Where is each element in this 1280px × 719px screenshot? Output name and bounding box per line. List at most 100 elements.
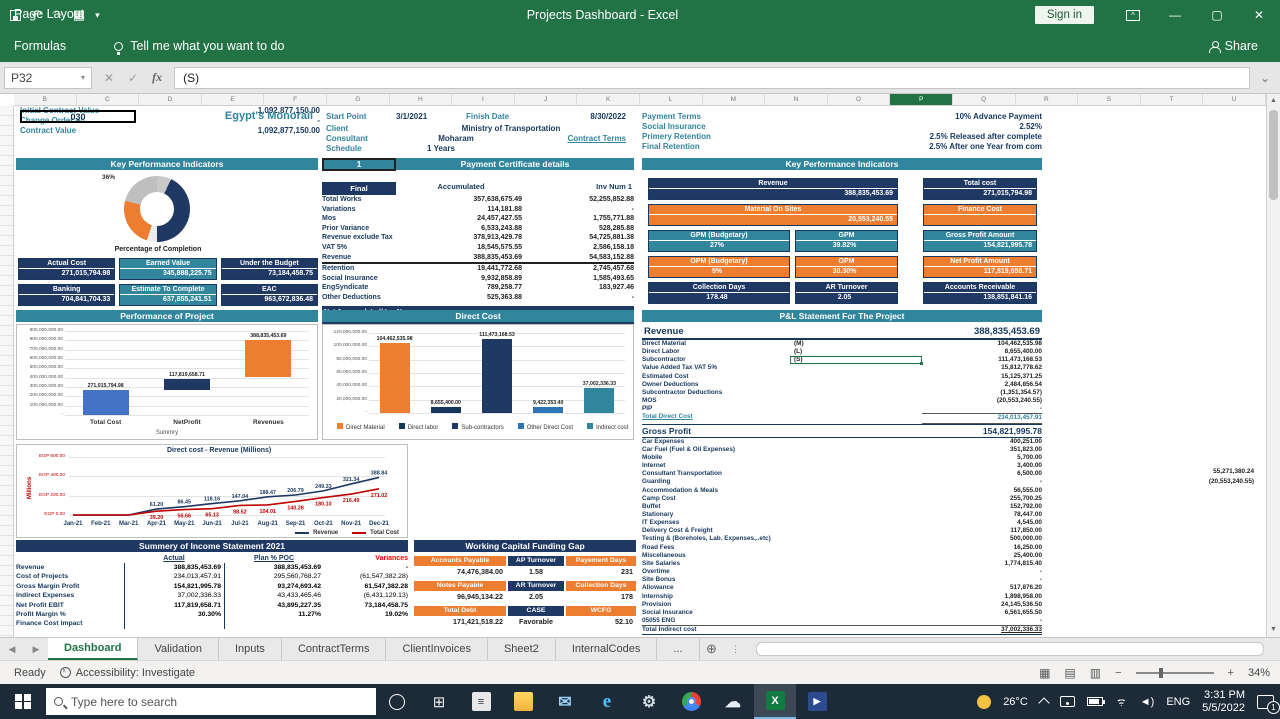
selected-cell[interactable] xyxy=(790,356,922,364)
tray-expand-icon[interactable] xyxy=(1038,697,1049,708)
sign-in-button[interactable]: Sign in xyxy=(1035,6,1094,24)
sheet-next-icon[interactable]: ▶ xyxy=(24,638,48,660)
column-header[interactable]: I xyxy=(452,94,515,105)
notification-icon[interactable]: 1 xyxy=(1257,695,1274,709)
volume-icon[interactable]: ◄) xyxy=(1140,696,1155,708)
weather-icon[interactable] xyxy=(977,695,991,709)
clock[interactable]: 3:31 PM5/5/2022 xyxy=(1202,689,1245,715)
tell-me-box[interactable]: Tell me what you want to do xyxy=(98,39,284,53)
normal-view-icon[interactable]: ▦ xyxy=(1039,666,1050,680)
page-layout-icon[interactable]: ▤ xyxy=(1064,666,1075,680)
column-header[interactable]: B xyxy=(14,94,77,105)
sheet-tab[interactable]: ClientInvoices xyxy=(386,638,487,660)
wifi-icon[interactable] xyxy=(1115,697,1128,707)
column-header[interactable]: H xyxy=(390,94,453,105)
sheet-tab[interactable]: ... xyxy=(657,638,699,660)
taskbar-app-icon[interactable]: ✉ xyxy=(544,684,586,719)
sheet-tab[interactable]: Inputs xyxy=(219,638,282,660)
horizontal-scrollbar[interactable] xyxy=(756,642,1265,656)
column-header[interactable]: L xyxy=(640,94,703,105)
formula-input[interactable]: (S) xyxy=(174,67,1250,89)
sheet-tab[interactable]: Dashboard xyxy=(48,638,138,660)
column-header[interactable]: P xyxy=(890,94,953,105)
column-header[interactable]: S xyxy=(1078,94,1141,105)
taskbar-app-icon[interactable]: e xyxy=(586,684,628,719)
scrollbar-thumb[interactable] xyxy=(1269,110,1278,200)
column-header[interactable]: T xyxy=(1141,94,1204,105)
sheet-tab[interactable]: InternalCodes xyxy=(556,638,658,660)
expand-formula-bar-icon[interactable]: ⌄ xyxy=(1250,71,1280,85)
legend-item: Direct Material xyxy=(337,423,385,431)
scroll-up-icon[interactable]: ▲ xyxy=(1267,94,1280,108)
contract-terms-link[interactable]: Contract Terms xyxy=(516,134,626,144)
payment-terms-row: Social Insurance2.52% xyxy=(642,122,1042,132)
taskbar-app-icon[interactable]: ≡ xyxy=(460,684,502,719)
column-header[interactable]: N xyxy=(765,94,828,105)
sheet-tab[interactable]: ContractTerms xyxy=(282,638,387,660)
column-header[interactable]: G xyxy=(327,94,390,105)
taskbar-search-input[interactable]: Type here to search xyxy=(46,688,376,715)
month-label: Jul-21 xyxy=(231,521,248,527)
column-header[interactable]: E xyxy=(202,94,265,105)
maximize-button[interactable]: ▢ xyxy=(1196,0,1238,30)
taskbar-app-icon[interactable]: ☁ xyxy=(712,684,754,719)
month-label: Feb-21 xyxy=(91,521,110,527)
temperature[interactable]: 26°C xyxy=(1003,696,1028,708)
project-code-cell[interactable]: 030 xyxy=(20,110,136,123)
tab-options-icon[interactable]: ⋮ xyxy=(724,638,748,660)
column-header[interactable]: O xyxy=(828,94,891,105)
pnl-row: Gross Profit 154,821,995.78 xyxy=(642,424,1042,438)
row-headers[interactable] xyxy=(0,106,14,637)
name-box[interactable]: P32▾ xyxy=(4,67,92,89)
sheet-tab[interactable]: Validation xyxy=(138,638,219,660)
zoom-in-icon[interactable]: + xyxy=(1228,667,1234,679)
performance-chart-header: Performance of Project xyxy=(16,310,318,322)
person-icon xyxy=(1209,41,1219,51)
enter-icon[interactable]: ✓ xyxy=(128,71,138,85)
column-header[interactable]: K xyxy=(577,94,640,105)
new-sheet-icon[interactable]: ⊕ xyxy=(700,638,724,660)
taskbar-app-icon[interactable] xyxy=(502,684,544,719)
vertical-scrollbar[interactable]: ▲ ▼ xyxy=(1266,94,1280,637)
zoom-slider[interactable] xyxy=(1136,672,1214,674)
scroll-down-icon[interactable]: ▼ xyxy=(1267,623,1280,637)
sheet-prev-icon[interactable]: ◀ xyxy=(0,638,24,660)
zoom-level[interactable]: 34% xyxy=(1248,667,1270,679)
cancel-icon[interactable]: ✕ xyxy=(104,71,114,85)
column-header[interactable]: F xyxy=(264,94,327,105)
column-header[interactable]: C xyxy=(77,94,140,105)
cast-icon[interactable] xyxy=(1060,696,1075,707)
insert-function-icon[interactable]: fx xyxy=(152,70,162,85)
column-header[interactable]: M xyxy=(703,94,766,105)
share-button[interactable]: Share xyxy=(1209,39,1280,53)
svg-text:271.02: 271.02 xyxy=(371,493,388,499)
zoom-out-icon[interactable]: − xyxy=(1115,667,1121,679)
consultant-row: Consultant Moharam Contract Terms xyxy=(326,134,626,144)
task-view-icon[interactable]: ⊞ xyxy=(418,684,460,719)
battery-icon[interactable] xyxy=(1087,697,1103,706)
column-headers[interactable]: BCDEFGHIJKLMNOPQRSTU xyxy=(14,94,1266,106)
column-header[interactable]: J xyxy=(515,94,578,105)
completion-gauge xyxy=(124,176,190,242)
column-header[interactable]: U xyxy=(1203,94,1266,105)
taskbar-app-icon[interactable]: ▶ xyxy=(796,684,838,719)
start-button[interactable] xyxy=(0,684,46,719)
sheet-tab[interactable]: Sheet2 xyxy=(488,638,556,660)
taskbar-app-icon[interactable]: ⚙ xyxy=(628,684,670,719)
payment-terms-row: Primery Retention2.5% Released after com… xyxy=(642,132,1042,142)
ribbon-tab[interactable]: Page Layout xyxy=(0,0,98,30)
page-break-icon[interactable]: ▥ xyxy=(1090,666,1101,680)
accessibility-status[interactable]: Accessibility: Investigate xyxy=(60,667,195,679)
minimize-button[interactable]: — xyxy=(1154,0,1196,30)
column-header[interactable]: R xyxy=(1016,94,1079,105)
close-button[interactable]: ✕ xyxy=(1238,0,1280,30)
column-header[interactable]: D xyxy=(139,94,202,105)
taskbar-app-icon[interactable] xyxy=(670,684,712,719)
ribbon-display-options-icon[interactable]: ^ xyxy=(1112,0,1154,30)
worksheet-area[interactable]: 030 Egypt's Monorail Initial Contract Va… xyxy=(14,106,1266,637)
cortana-icon[interactable] xyxy=(376,684,418,719)
taskbar-app-icon[interactable]: X xyxy=(754,684,796,719)
ribbon-tab[interactable]: Formulas xyxy=(0,30,98,62)
column-header[interactable]: Q xyxy=(953,94,1016,105)
language-indicator[interactable]: ENG xyxy=(1166,696,1190,708)
